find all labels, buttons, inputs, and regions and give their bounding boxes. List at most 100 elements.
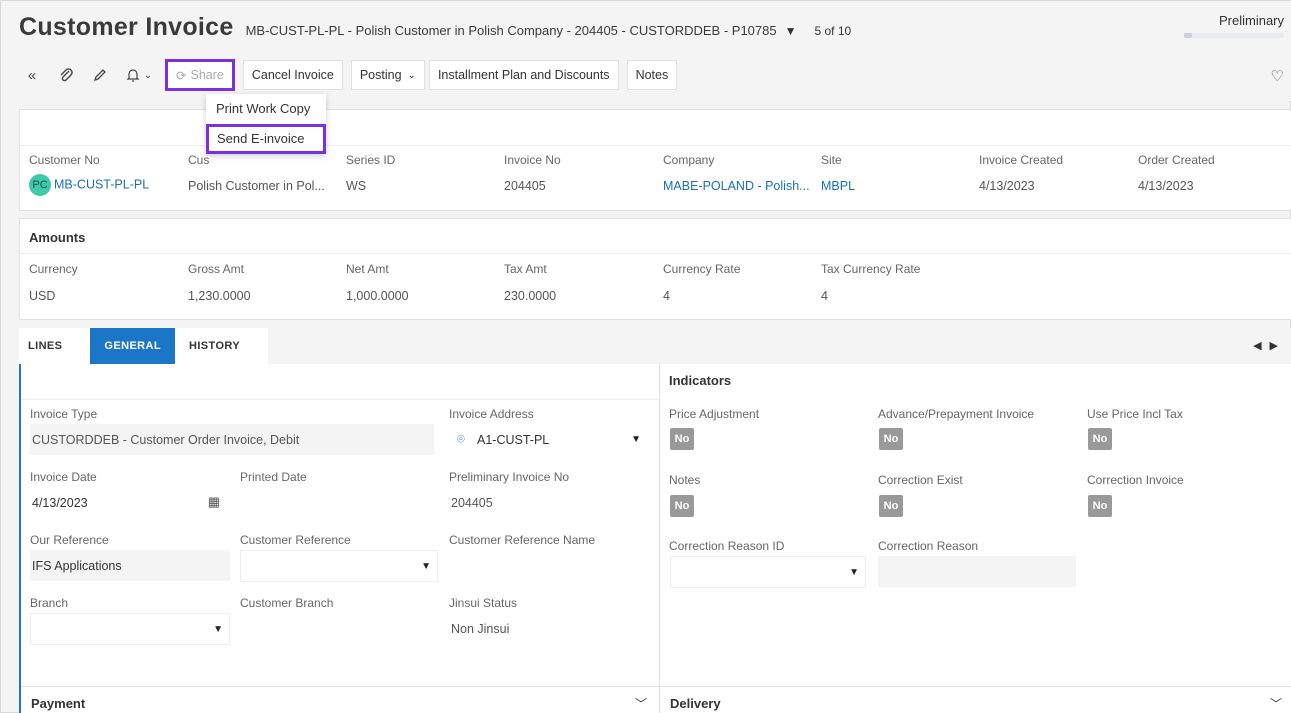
- gross-amt-label: Gross Amt: [188, 262, 245, 276]
- dropdown-arrow-icon: ▼: [631, 434, 641, 445]
- tab-bar: LINES GENERAL HISTORY ◀▶: [19, 328, 1291, 364]
- preliminary-invoice-no-value: 204405: [451, 496, 493, 510]
- branch-select[interactable]: ▼: [30, 613, 230, 645]
- correction-reason-id-label: Correction Reason ID: [669, 539, 785, 553]
- advance-prepayment-label: Advance/Prepayment Invoice: [878, 407, 1035, 421]
- dropdown-arrow-icon: ▼: [213, 624, 223, 635]
- tax-amt-label: Tax Amt: [504, 262, 547, 276]
- invoice-type-label: Invoice Type: [30, 407, 98, 421]
- tab-history[interactable]: HISTORY: [175, 328, 269, 364]
- posting-label: Posting: [359, 68, 402, 82]
- status-label: Preliminary: [1218, 13, 1284, 28]
- chevron-down-icon[interactable]: ⌄: [144, 70, 152, 81]
- dropdown-arrow-icon: ▼: [421, 561, 431, 572]
- currency-rate-value: 4: [663, 289, 670, 303]
- installment-plan-button[interactable]: Installment Plan and Discounts: [428, 60, 619, 90]
- share-icon: ⟳: [176, 68, 187, 83]
- tab-general[interactable]: GENERAL: [90, 328, 175, 364]
- invoice-no-label: Invoice No: [504, 153, 561, 167]
- page-header: Customer Invoice MB-CUST-PL-PL - Polish …: [1, 1, 1291, 101]
- calendar-icon[interactable]: ▦: [208, 494, 220, 510]
- favorite-heart-icon[interactable]: ♡: [1271, 67, 1284, 85]
- customer-name-label: Cus: [188, 153, 210, 167]
- cancel-invoice-button[interactable]: Cancel Invoice: [242, 60, 343, 90]
- tab-scroll-arrows[interactable]: ◀▶: [1253, 339, 1286, 352]
- series-id-value: WS: [346, 179, 367, 193]
- chevron-down-icon[interactable]: ﹀: [635, 695, 647, 712]
- printed-date-label: Printed Date: [240, 470, 307, 484]
- pencil-icon[interactable]: [87, 62, 113, 88]
- order-created-value: 4/13/2023: [1138, 179, 1194, 193]
- correction-reason-id-select[interactable]: ▼: [670, 556, 866, 588]
- collapse-left-icon[interactable]: «: [19, 62, 45, 88]
- currency-value: USD: [29, 289, 56, 303]
- site-label: Site: [821, 153, 842, 167]
- dropdown-arrow-icon: ▼: [849, 567, 859, 578]
- notes-indicator-badge: No: [670, 495, 694, 517]
- our-reference-label: Our Reference: [30, 533, 109, 547]
- advance-prepayment-badge: No: [879, 428, 903, 450]
- invoice-no-value: 204405: [504, 179, 546, 193]
- invoice-created-label: Invoice Created: [979, 153, 1064, 167]
- caret-down-icon[interactable]: ▼: [785, 24, 797, 38]
- amounts-panel: Amounts Currency Gross Amt Net Amt Tax A…: [19, 218, 1291, 320]
- invoice-type-field: CUSTORDDEB - Customer Order Invoice, Deb…: [30, 424, 434, 456]
- customer-no-field[interactable]: PC MB-CUST-PL-PL: [29, 174, 149, 196]
- notes-button[interactable]: Notes: [626, 60, 678, 90]
- correction-exist-label: Correction Exist: [878, 473, 963, 487]
- customer-no-label: Customer No: [29, 153, 100, 167]
- net-amt-value: 1,000.0000: [346, 289, 409, 303]
- customer-reference-name-label: Customer Reference Name: [449, 533, 596, 547]
- page-title: Customer Invoice: [19, 13, 234, 41]
- customer-reference-label: Customer Reference: [240, 533, 351, 547]
- delivery-section-header[interactable]: Delivery ﹀: [660, 686, 1291, 713]
- correction-reason-label: Correction Reason: [878, 539, 979, 553]
- record-selector[interactable]: MB-CUST-PL-PL - Polish Customer in Polis…: [246, 23, 777, 38]
- invoice-date-input[interactable]: 4/13/2023 ▦: [30, 487, 226, 519]
- site-link[interactable]: MBPL: [821, 179, 855, 193]
- customer-branch-label: Customer Branch: [240, 596, 334, 610]
- invoice-created-value: 4/13/2023: [979, 179, 1035, 193]
- tax-amt-value: 230.0000: [504, 289, 557, 303]
- record-pager: 5 of 10: [814, 24, 852, 38]
- indicators-title: Indicators: [669, 373, 732, 388]
- series-id-label: Series ID: [346, 153, 396, 167]
- title-row: Customer Invoice MB-CUST-PL-PL - Polish …: [19, 13, 851, 42]
- column-divider: [659, 364, 660, 713]
- bell-icon[interactable]: ⌄: [121, 62, 157, 88]
- chevron-down-icon[interactable]: ﹀: [1270, 695, 1282, 712]
- menu-item-send-e-invoice[interactable]: Send E-invoice: [206, 124, 326, 154]
- gross-amt-value: 1,230.0000: [188, 289, 251, 303]
- invoice-type-value: CUSTORDDEB - Customer Order Invoice, Deb…: [32, 433, 300, 447]
- customer-no-link[interactable]: MB-CUST-PL-PL: [54, 177, 149, 191]
- general-tab-content: Invoice Type CUSTORDDEB - Customer Order…: [19, 364, 1291, 713]
- attachment-icon[interactable]: [53, 62, 79, 88]
- company-link[interactable]: MABE-POLAND - Polish...: [663, 179, 810, 193]
- customer-reference-select[interactable]: ▼: [240, 550, 438, 582]
- correction-invoice-label: Correction Invoice: [1087, 473, 1184, 487]
- avatar: PC: [29, 174, 51, 196]
- tab-lines[interactable]: LINES: [19, 328, 91, 364]
- payment-title: Payment: [31, 696, 86, 711]
- customer-name-value: Polish Customer in Pol...: [188, 179, 325, 193]
- invoice-address-select[interactable]: ⌾ A1-CUST-PL ▼: [449, 424, 647, 456]
- invoice-address-value: A1-CUST-PL: [477, 433, 550, 447]
- payment-section-header[interactable]: Payment ﹀: [21, 686, 659, 713]
- our-reference-field[interactable]: IFS Applications: [30, 550, 230, 582]
- amounts-title: Amounts: [29, 230, 86, 245]
- price-adjustment-badge: No: [670, 428, 694, 450]
- share-button[interactable]: ⟳ Share: [165, 59, 235, 91]
- share-dropdown-menu: Print Work Copy Send E-invoice: [206, 94, 326, 154]
- currency-label: Currency: [29, 262, 78, 276]
- delivery-title: Delivery: [670, 696, 721, 711]
- posting-button[interactable]: Posting ⌄: [350, 60, 425, 90]
- correction-reason-field[interactable]: [878, 556, 1076, 588]
- branch-label: Branch: [30, 596, 69, 610]
- tax-currency-rate-label: Tax Currency Rate: [821, 262, 921, 276]
- correction-exist-badge: No: [879, 495, 903, 517]
- use-price-incl-tax-badge: No: [1088, 428, 1112, 450]
- menu-item-print-work-copy[interactable]: Print Work Copy: [206, 94, 326, 124]
- location-pin-icon: ⌾: [457, 431, 465, 446]
- invoice-date-value: 4/13/2023: [32, 496, 88, 510]
- toolbar: « ⌄ ⟳ Share Cancel Invoice Posting ⌄ Ins…: [19, 59, 681, 91]
